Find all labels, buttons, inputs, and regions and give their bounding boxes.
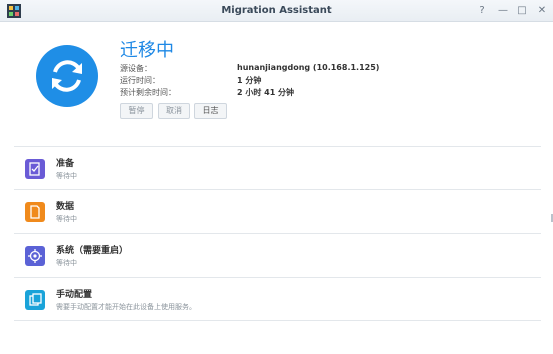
- log-button[interactable]: 日志: [194, 103, 227, 119]
- step-description: 需要手动配置才能开始在此设备上使用服务。: [56, 303, 196, 311]
- step-prepare: 准备 等待中: [14, 146, 541, 190]
- copy-icon: [25, 290, 45, 310]
- run-time-label: 运行时间：: [120, 76, 160, 85]
- remaining-time-label: 预计剩余时间：: [120, 88, 176, 97]
- pause-button[interactable]: 暂停: [120, 103, 153, 119]
- step-name: 手动配置: [56, 290, 93, 300]
- step-name: 准备: [56, 159, 75, 169]
- step-status: 等待中: [56, 215, 77, 223]
- sync-icon: [36, 45, 98, 107]
- help-button[interactable]: ?: [475, 4, 489, 18]
- source-device-value: hunanjiangdong (10.168.1.125): [237, 63, 380, 72]
- window-title: Migration Assistant: [221, 5, 332, 16]
- cancel-button[interactable]: 取消: [158, 103, 190, 119]
- step-name: 数据: [56, 202, 75, 212]
- status-title: 迁移中: [120, 40, 174, 61]
- step-data: 数据 等待中: [14, 189, 541, 233]
- minimize-button[interactable]: —: [496, 4, 510, 18]
- document-check-icon: [25, 159, 45, 179]
- remaining-time-value: 2 小时 41 分钟: [237, 88, 295, 97]
- migration-assistant-window: Migration Assistant ? — □ ✕ 迁移中 源设备： hun…: [0, 0, 553, 354]
- run-time-value: 1 分钟: [237, 76, 262, 85]
- gear-icon: [25, 246, 45, 266]
- file-icon: [25, 202, 45, 222]
- step-manual-config: 手动配置 需要手动配置才能开始在此设备上使用服务。: [14, 277, 541, 321]
- maximize-button[interactable]: □: [515, 4, 529, 18]
- close-button[interactable]: ✕: [535, 4, 549, 18]
- source-device-label: 源设备：: [120, 64, 152, 73]
- step-name: 系统（需要重启）: [56, 246, 129, 256]
- step-status: 等待中: [56, 259, 77, 267]
- step-system: 系统（需要重启） 等待中: [14, 233, 541, 277]
- title-bar: Migration Assistant ? — □ ✕: [0, 0, 553, 22]
- step-status: 等待中: [56, 172, 77, 180]
